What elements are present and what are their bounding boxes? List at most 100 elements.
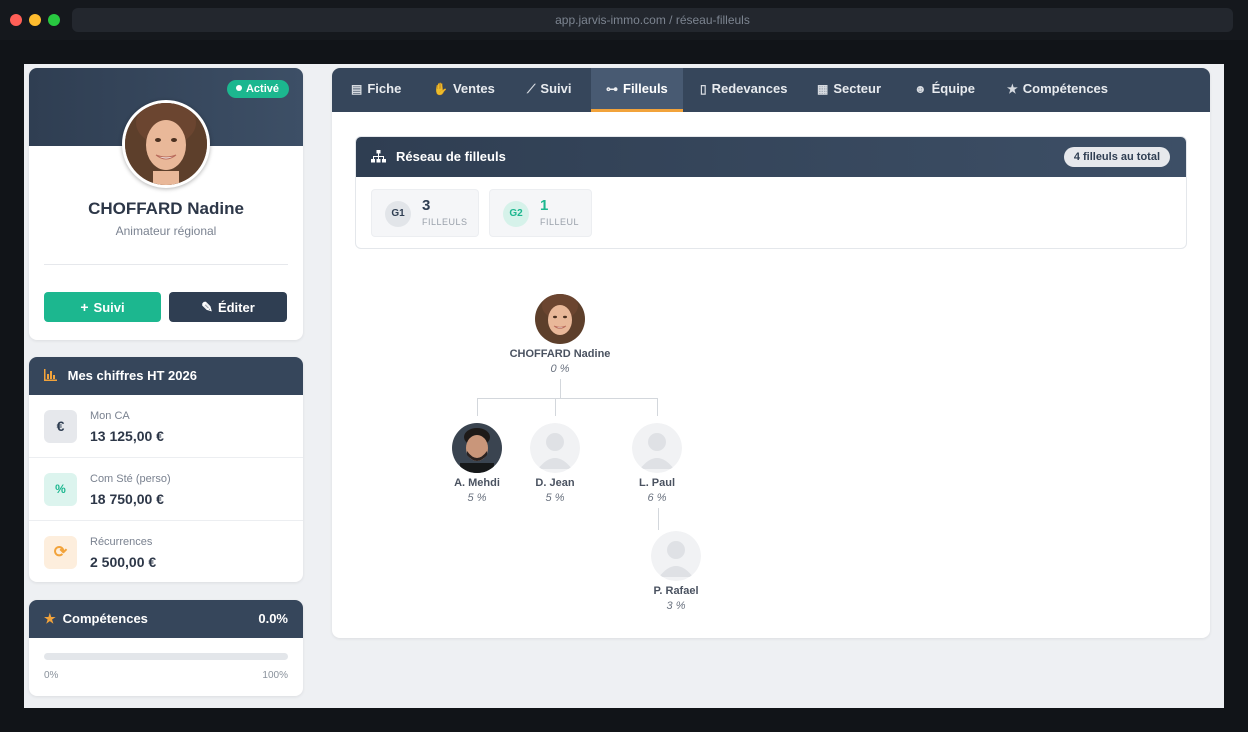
- generation-count: 3: [422, 197, 431, 214]
- node-name: CHOFFARD Nadine: [509, 348, 611, 360]
- default-avatar-icon: [530, 423, 580, 473]
- stat-label: Mon CA: [90, 410, 130, 422]
- tab-label: Compétences: [1022, 81, 1109, 96]
- tab-label: Suivi: [540, 81, 572, 96]
- generation-count: 1: [540, 197, 549, 214]
- sitemap-icon: [371, 137, 386, 177]
- avatar-portrait-icon: [452, 423, 502, 473]
- handshake-icon: ✋: [433, 82, 448, 96]
- competences-progress-bar: [44, 653, 288, 660]
- status-dot-icon: [235, 85, 242, 91]
- generation-code: G1: [385, 201, 411, 227]
- browser-titlebar: app.jarvis-immo.com / réseau-filleuls: [0, 0, 1248, 40]
- avatar-portrait-icon: [535, 294, 585, 344]
- tab-equipe[interactable]: ☻ Équipe: [914, 68, 975, 112]
- stat-value: 18 750,00 €: [90, 491, 164, 507]
- edit-button[interactable]: ✎ Éditer: [169, 292, 287, 322]
- divider: [44, 264, 288, 265]
- tab-fiche[interactable]: ▤ Fiche: [351, 68, 401, 112]
- stat-label: Récurrences: [90, 536, 153, 548]
- generation-label: FILLEUL: [540, 217, 580, 227]
- tree-connector: [477, 398, 478, 416]
- generation-box-g2: G2 1 FILLEUL: [489, 189, 592, 237]
- generation-code: G2: [503, 201, 529, 227]
- tree-connector: [657, 398, 658, 416]
- follow-button[interactable]: + Suivi: [44, 292, 161, 322]
- chart-line-icon: ⟋: [527, 82, 536, 96]
- tab-label: Filleuls: [623, 81, 668, 96]
- node-name: A. Mehdi: [454, 477, 500, 489]
- tree-node-root[interactable]: CHOFFARD Nadine 0 %: [500, 294, 620, 375]
- tree-node-grandchild[interactable]: P. Rafael 3 %: [636, 531, 716, 612]
- tree-connector: [658, 508, 659, 530]
- avatar-portrait-icon: [125, 103, 207, 185]
- tab-bar: ▤ Fiche ✋ Ventes ⟋ Suivi ⊶ Filleuls ▯ Redevan…: [332, 68, 1210, 112]
- node-percent: 5 %: [545, 492, 565, 504]
- tab-label: Secteur: [833, 81, 882, 96]
- tab-label: Ventes: [452, 81, 495, 96]
- tree-node-child[interactable]: A. Mehdi 5 %: [437, 423, 517, 504]
- node-percent: 3 %: [666, 600, 686, 612]
- tab-label: Équipe: [931, 81, 975, 96]
- status-label: Activé: [245, 83, 279, 95]
- tab-competences[interactable]: ★ Compétences: [1007, 68, 1108, 112]
- stats-title: Mes chiffres HT 2026: [67, 368, 197, 383]
- sync-icon: ⟳: [44, 536, 77, 569]
- tab-label: Fiche: [367, 81, 402, 96]
- progress-max-label: 100%: [262, 670, 288, 681]
- tab-filleuls[interactable]: ⊶ Filleuls: [591, 68, 683, 112]
- generation-box-g1: G1 3 FILLEULS: [371, 189, 479, 237]
- tree-connector: [555, 398, 556, 416]
- plus-icon: +: [80, 299, 89, 315]
- network-card: Réseau de filleuls 4 filleuls au total G…: [355, 136, 1187, 249]
- node-percent: 5 %: [467, 492, 487, 504]
- progress-min-label: 0%: [44, 670, 59, 681]
- map-icon: ▦: [817, 82, 829, 96]
- chart-bar-icon: [44, 368, 61, 383]
- node-percent: 6 %: [647, 492, 667, 504]
- address-bar[interactable]: app.jarvis-immo.com / réseau-filleuls: [72, 8, 1233, 32]
- total-badge: 4 filleuls au total: [1063, 147, 1170, 167]
- stat-value: 2 500,00 €: [90, 554, 157, 570]
- avatar: [452, 423, 502, 473]
- tab-redevances[interactable]: ▯ Redevances: [700, 68, 788, 112]
- stat-row: ⟳ Récurrences 2 500,00 €: [29, 521, 303, 582]
- star-icon: ★: [44, 611, 56, 626]
- edit-button-label: Éditer: [217, 300, 255, 315]
- tab-ventes[interactable]: ✋ Ventes: [433, 68, 495, 112]
- tab-secteur[interactable]: ▦ Secteur: [817, 68, 881, 112]
- tab-label: Redevances: [711, 81, 788, 96]
- default-avatar-icon: [632, 423, 682, 473]
- profile-role: Animateur régional: [115, 224, 217, 238]
- main-panel: ▤ Fiche ✋ Ventes ⟋ Suivi ⊶ Filleuls ▯ Redevan…: [332, 68, 1210, 638]
- maximize-window-button[interactable]: [48, 14, 60, 26]
- users-icon: ☻: [914, 82, 927, 96]
- stats-header: Mes chiffres HT 2026: [29, 357, 303, 395]
- node-name: D. Jean: [535, 477, 575, 489]
- node-name: P. Rafael: [653, 585, 699, 597]
- tree-connector: [560, 379, 561, 398]
- percent-icon: %: [44, 473, 77, 506]
- page-viewport: Activé CHOFFARD Nadine Animateur régiona…: [24, 64, 1224, 708]
- minimize-window-button[interactable]: [29, 14, 41, 26]
- profile-card: Activé CHOFFARD Nadine Animateur régiona…: [29, 68, 303, 340]
- file-invoice-icon: ▯: [700, 82, 707, 96]
- stat-row: % Com Sté (perso) 18 750,00 €: [29, 458, 303, 521]
- node-name: L. Paul: [638, 477, 676, 489]
- tab-suivi[interactable]: ⟋ Suivi: [527, 68, 571, 112]
- profile-name: CHOFFARD Nadine: [88, 199, 244, 218]
- stat-value: 13 125,00 €: [90, 428, 164, 444]
- competences-card: ★ Compétences 0.0% 0% 100%: [29, 600, 303, 696]
- id-card-icon: ▤: [351, 82, 363, 96]
- tree-node-child[interactable]: L. Paul 6 %: [617, 423, 697, 504]
- node-percent: 0 %: [550, 363, 570, 375]
- tree-node-child[interactable]: D. Jean 5 %: [515, 423, 595, 504]
- euro-icon: €: [44, 410, 77, 443]
- status-badge: Activé: [226, 80, 289, 98]
- sitemap-icon: ⊶: [606, 82, 618, 96]
- stat-row: € Mon CA 13 125,00 €: [29, 395, 303, 458]
- generation-label: FILLEULS: [422, 217, 468, 227]
- competences-percent: 0.0%: [258, 611, 288, 626]
- follow-button-label: Suivi: [93, 300, 125, 315]
- close-window-button[interactable]: [10, 14, 22, 26]
